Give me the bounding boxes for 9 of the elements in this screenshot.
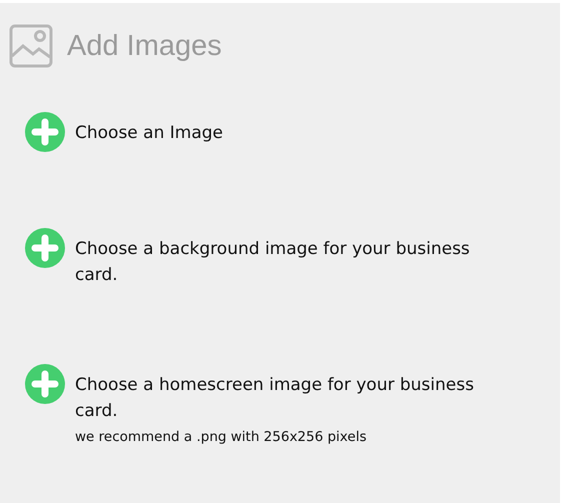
add-icon[interactable] [25, 112, 65, 152]
choose-image-link[interactable]: Choose a background image for your business card. [75, 236, 505, 288]
add-icon[interactable] [25, 228, 65, 268]
add-icon[interactable] [25, 364, 65, 404]
hint-text: we recommend a .png with 256x256 pixels [75, 428, 368, 447]
choose-image-link[interactable]: Choose an Image [75, 120, 505, 146]
image-icon [9, 24, 53, 68]
section-title: Add Images [67, 30, 222, 62]
choose-image-link[interactable]: Choose a homescreen image for your business card. [75, 372, 505, 424]
